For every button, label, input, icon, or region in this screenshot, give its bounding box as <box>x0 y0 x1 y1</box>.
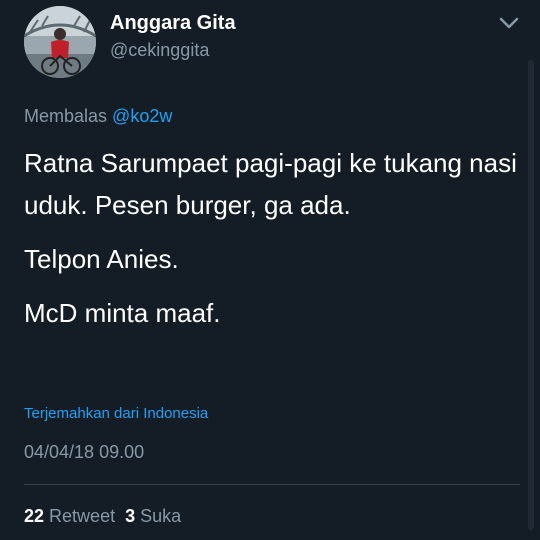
tweet-detail: Anggara Gita @cekinggita Membalas @ko2w … <box>0 0 540 540</box>
engagement-stats: 22 Retweet 3 Suka <box>24 506 181 527</box>
like-count: 3 <box>125 506 136 526</box>
chevron-down-icon[interactable] <box>496 12 522 34</box>
display-name[interactable]: Anggara Gita <box>110 12 236 35</box>
tweet-paragraph: Ratna Sarumpaet pagi-pagi ke tukang nasi… <box>24 148 517 220</box>
avatar[interactable] <box>24 6 96 78</box>
retweet-count: 22 <box>24 506 45 526</box>
user-handle[interactable]: @cekinggita <box>110 40 209 61</box>
profile-photo-icon <box>24 6 96 78</box>
retweet-label: Retweet <box>49 506 116 526</box>
reply-prefix: Membalas <box>24 106 108 126</box>
reply-context: Membalas @ko2w <box>24 106 172 127</box>
tweet-timestamp[interactable]: 04/04/18 09.00 <box>24 442 144 463</box>
retweet-stat[interactable]: 22 Retweet <box>24 506 115 526</box>
tweet-paragraph: McD minta maaf. <box>24 298 221 328</box>
tweet-text: Ratna Sarumpaet pagi-pagi ke tukang nasi… <box>24 142 524 334</box>
divider <box>24 484 520 485</box>
translate-link[interactable]: Terjemahkan dari Indonesia <box>24 405 208 422</box>
like-stat[interactable]: 3 Suka <box>125 506 181 526</box>
like-label: Suka <box>140 506 182 526</box>
tweet-paragraph: Telpon Anies. <box>24 244 179 274</box>
reply-mention-link[interactable]: @ko2w <box>112 106 172 126</box>
scrollbar[interactable] <box>528 60 534 530</box>
